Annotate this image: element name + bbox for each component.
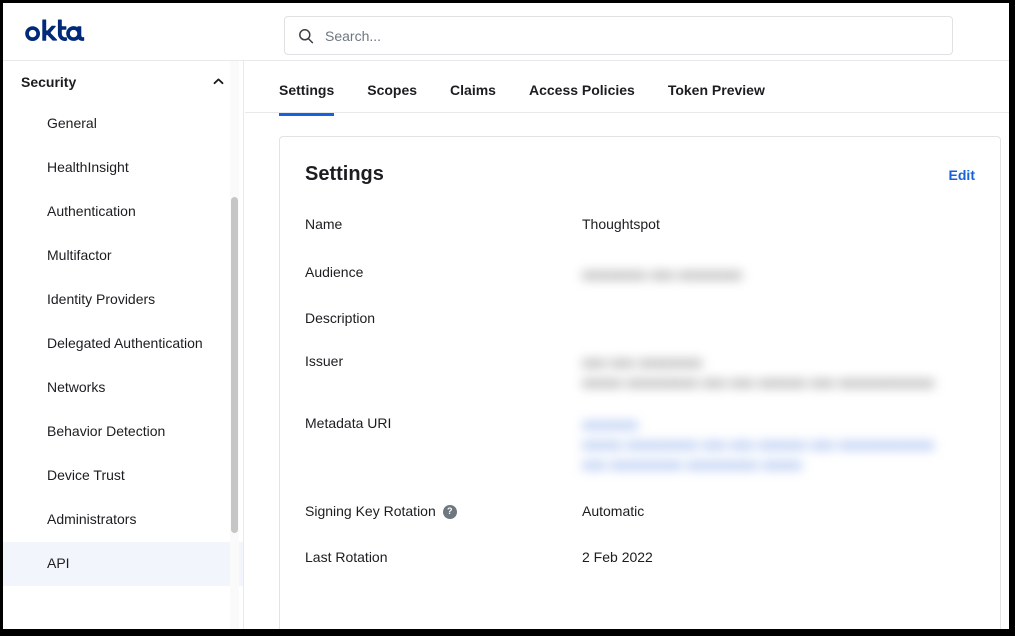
redacted-issuer-line-2: aaaaa aaaaaaaaa aaa aaa aaaaaa aaa aaaaa… bbox=[582, 372, 975, 392]
sidebar-item-networks[interactable]: Networks bbox=[3, 366, 243, 410]
settings-card: Settings Edit Name Thoughtspot Audience bbox=[279, 136, 1001, 629]
field-label-audience: Audience bbox=[305, 263, 582, 282]
sidebar-item-administrators[interactable]: Administrators bbox=[3, 498, 243, 542]
page-title: Settings bbox=[305, 163, 949, 186]
redacted-metadata-line-1: aaaaaaa bbox=[582, 414, 975, 434]
tab-claims[interactable]: Claims bbox=[450, 61, 496, 115]
field-row-name: Name Thoughtspot bbox=[305, 215, 975, 235]
label-text: Last Rotation bbox=[305, 548, 388, 567]
field-row-last-rotation: Last Rotation 2 Feb 2022 bbox=[305, 548, 975, 568]
field-value-signing-key-rotation: Automatic bbox=[582, 502, 975, 521]
field-value-metadata-uri[interactable]: aaaaaaa aaaaa aaaaaaaaa aaa aaa aaaaaa a… bbox=[582, 414, 975, 474]
edit-button[interactable]: Edit bbox=[949, 167, 975, 183]
field-row-description: Description bbox=[305, 309, 975, 329]
field-row-metadata-uri: Metadata URI aaaaaaa aaaaa aaaaaaaaa aaa… bbox=[305, 414, 975, 474]
tab-settings[interactable]: Settings bbox=[279, 61, 334, 115]
redacted-audience-value: aaaaaaaa aaa aaaaaaaa bbox=[582, 266, 742, 282]
settings-card-header: Settings Edit bbox=[305, 163, 975, 186]
field-label-name: Name bbox=[305, 215, 582, 234]
sidebar-item-general[interactable]: General bbox=[3, 102, 243, 146]
sidebar-navigation: Security GeneralHealthInsightAuthenticat… bbox=[3, 61, 244, 629]
search-box[interactable] bbox=[284, 16, 953, 55]
field-label-signing-key-rotation: Signing Key Rotation ? bbox=[305, 502, 582, 521]
field-value-last-rotation: 2 Feb 2022 bbox=[582, 548, 975, 567]
label-text: Description bbox=[305, 309, 375, 328]
sidebar-item-authentication[interactable]: Authentication bbox=[3, 190, 243, 234]
chevron-up-icon[interactable] bbox=[211, 75, 225, 89]
redacted-metadata-line-3: aaa aaaaaaaaa aaaaaaaaa aaaaa bbox=[582, 454, 975, 474]
okta-logo[interactable] bbox=[20, 19, 110, 49]
field-label-issuer: Issuer bbox=[305, 352, 582, 371]
field-value-issuer: aaa aaa aaaaaaaa aaaaa aaaaaaaaa aaa aaa… bbox=[582, 352, 975, 392]
field-row-signing-key-rotation: Signing Key Rotation ? Automatic bbox=[305, 502, 975, 522]
help-question-icon[interactable]: ? bbox=[443, 505, 457, 519]
sidebar-section-label: Security bbox=[21, 74, 211, 90]
field-row-issuer: Issuer aaa aaa aaaaaaaa aaaaa aaaaaaaaa … bbox=[305, 352, 975, 392]
field-label-description: Description bbox=[305, 309, 582, 328]
tab-access-policies[interactable]: Access Policies bbox=[529, 61, 635, 115]
sidebar-item-identity-providers[interactable]: Identity Providers bbox=[3, 278, 243, 322]
redacted-issuer-line-1: aaa aaa aaaaaaaa bbox=[582, 352, 975, 372]
label-text: Name bbox=[305, 215, 342, 234]
search-icon bbox=[298, 28, 314, 44]
search-input[interactable] bbox=[323, 17, 942, 54]
browser-viewport: Security GeneralHealthInsightAuthenticat… bbox=[3, 3, 1009, 629]
field-value-description bbox=[582, 309, 975, 328]
field-value-name: Thoughtspot bbox=[582, 215, 975, 234]
label-text: Audience bbox=[305, 263, 363, 282]
redacted-metadata-line-2: aaaaa aaaaaaaaa aaa aaa aaaaaa aaa aaaaa… bbox=[582, 434, 975, 454]
sidebar-item-api[interactable]: API bbox=[3, 542, 243, 586]
label-text: Metadata URI bbox=[305, 414, 391, 433]
screenshot-frame: Security GeneralHealthInsightAuthenticat… bbox=[0, 0, 1015, 636]
sidebar-section-security[interactable]: Security bbox=[3, 61, 243, 102]
sidebar-item-healthinsight[interactable]: HealthInsight bbox=[3, 146, 243, 190]
field-row-audience: Audience aaaaaaaa aaa aaaaaaaa bbox=[305, 263, 975, 284]
sidebar-item-list: GeneralHealthInsightAuthenticationMultif… bbox=[3, 102, 243, 586]
sidebar-item-multifactor[interactable]: Multifactor bbox=[3, 234, 243, 278]
sidebar-scrollbar-thumb[interactable] bbox=[231, 197, 238, 533]
main-content: Settings Scopes Claims Access Policies Token… bbox=[245, 61, 1009, 629]
top-bar bbox=[3, 3, 1009, 61]
sidebar-item-device-trust[interactable]: Device Trust bbox=[3, 454, 243, 498]
field-label-last-rotation: Last Rotation bbox=[305, 548, 582, 567]
sidebar-item-behavior-detection[interactable]: Behavior Detection bbox=[3, 410, 243, 454]
tab-token-preview[interactable]: Token Preview bbox=[668, 61, 765, 115]
label-text: Signing Key Rotation bbox=[305, 502, 436, 521]
tab-bar: Settings Scopes Claims Access Policies Token… bbox=[245, 61, 1009, 113]
field-value-audience: aaaaaaaa aaa aaaaaaaa bbox=[582, 263, 975, 284]
sidebar-item-delegated-authentication[interactable]: Delegated Authentication bbox=[3, 322, 243, 366]
tab-scopes[interactable]: Scopes bbox=[367, 61, 417, 115]
label-text: Issuer bbox=[305, 352, 343, 371]
field-label-metadata-uri: Metadata URI bbox=[305, 414, 582, 433]
